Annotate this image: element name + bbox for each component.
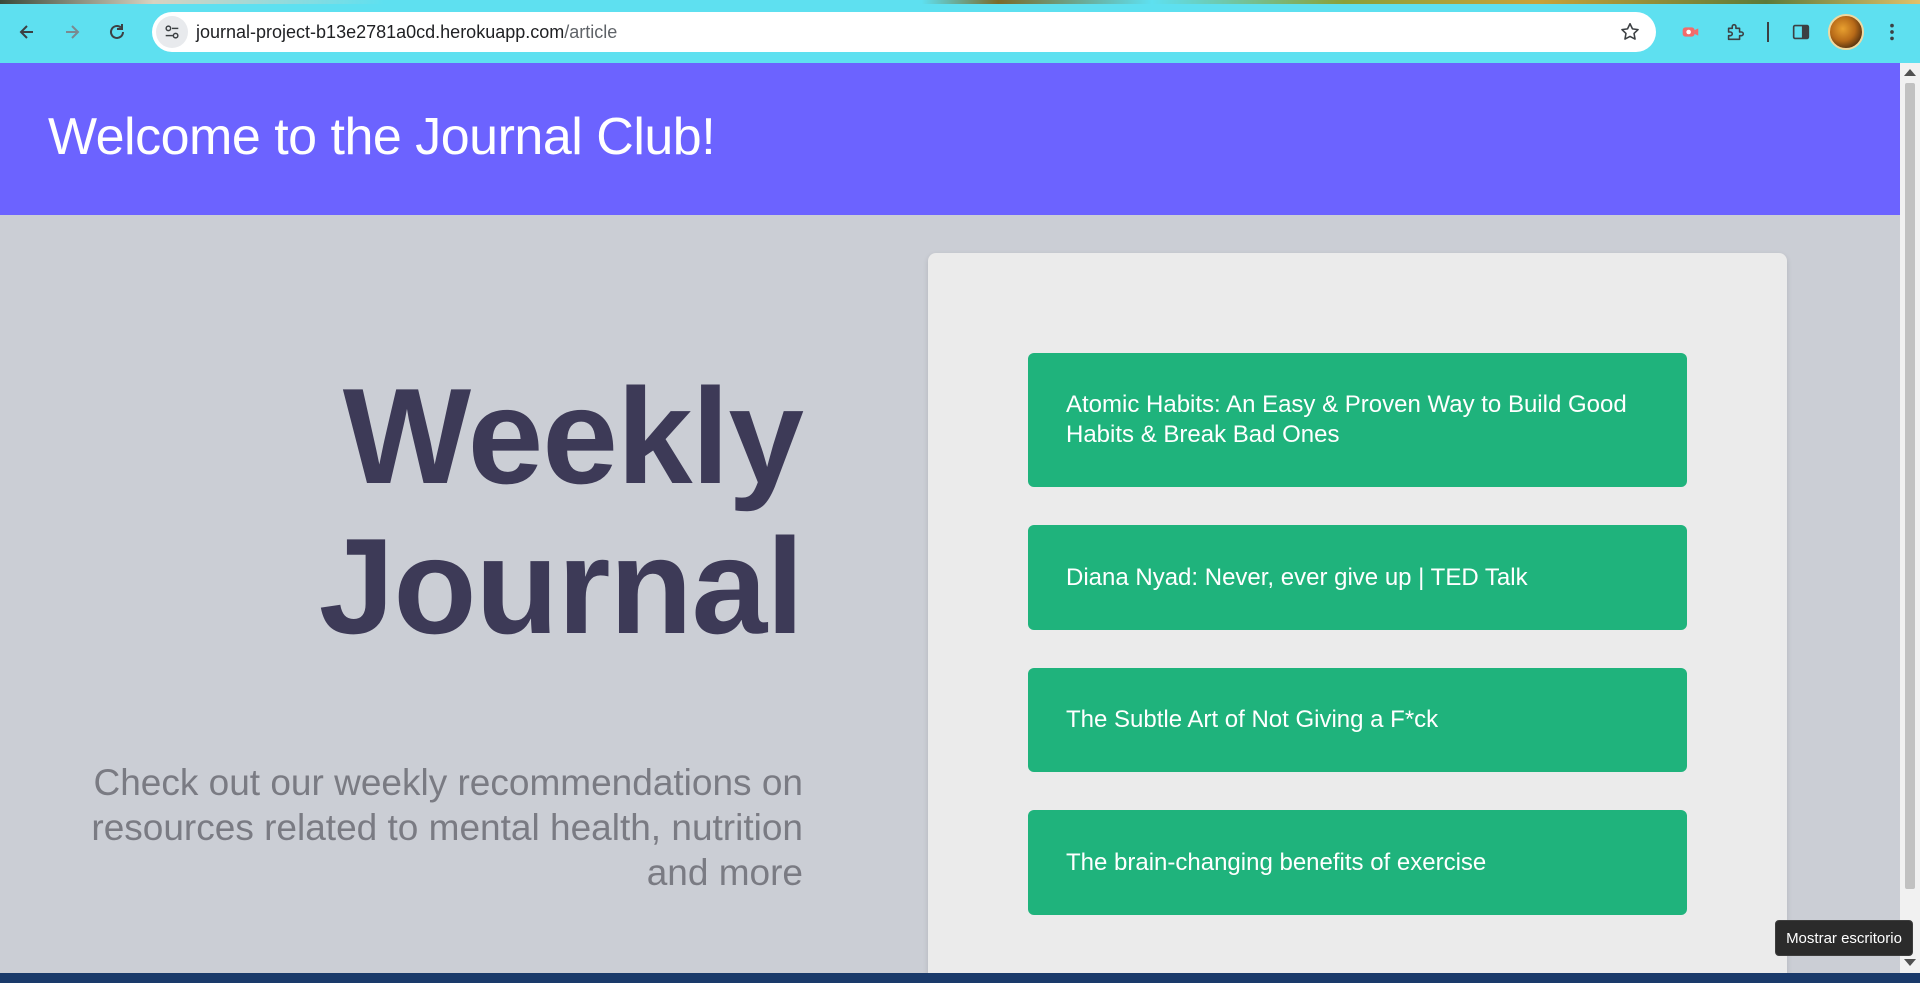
- site-header: Welcome to the Journal Club!: [0, 63, 1900, 215]
- profile-avatar[interactable]: [1828, 14, 1864, 50]
- article-link-diana-nyad[interactable]: Diana Nyad: Never, ever give up | TED Ta…: [1028, 525, 1687, 630]
- side-panel-button[interactable]: [1787, 18, 1815, 46]
- article-link-label: Diana Nyad: Never, ever give up | TED Ta…: [1066, 563, 1528, 591]
- scroll-up-arrow-icon[interactable]: [1904, 69, 1916, 76]
- more-menu-button[interactable]: [1878, 18, 1906, 46]
- os-taskbar: [0, 973, 1920, 983]
- page-title-line2: Journal: [318, 510, 804, 662]
- toolbar-divider: [1767, 22, 1769, 42]
- article-link-exercise[interactable]: The brain-changing benefits of exercise: [1028, 810, 1687, 915]
- address-bar[interactable]: journal-project-b13e2781a0cd.herokuapp.c…: [152, 12, 1656, 52]
- browser-toolbar: journal-project-b13e2781a0cd.herokuapp.c…: [0, 0, 1920, 63]
- article-link-label: The Subtle Art of Not Giving a F*ck: [1066, 706, 1439, 733]
- page-title-line1: Weekly: [342, 360, 804, 512]
- articles-card: Atomic Habits: An Easy & Proven Way to B…: [928, 253, 1787, 973]
- back-arrow-icon: [19, 25, 33, 39]
- bookmark-button[interactable]: [1618, 20, 1642, 44]
- page-title: Weekly Journal: [318, 360, 804, 662]
- header-title: Welcome to the Journal Club!: [48, 108, 716, 166]
- side-panel-icon: [1792, 24, 1810, 40]
- forward-button[interactable]: [55, 15, 89, 49]
- page-subtitle: Check out our weekly recommendations on …: [91, 762, 803, 893]
- scroll-down-arrow-icon[interactable]: [1904, 959, 1916, 966]
- url-path: /article: [564, 22, 618, 42]
- more-menu-icon: [1890, 23, 1894, 41]
- extension-record-icon: [1682, 27, 1699, 37]
- article-link-label: Atomic Habits: An Easy & Proven Way to B…: [1066, 391, 1627, 448]
- extension-record-button[interactable]: [1676, 18, 1704, 46]
- article-link-subtle-art[interactable]: The Subtle Art of Not Giving a F*ck: [1028, 668, 1687, 772]
- article-link-atomic-habits[interactable]: Atomic Habits: An Easy & Proven Way to B…: [1028, 353, 1687, 487]
- show-desktop-tooltip: Mostrar escritorio: [1775, 920, 1913, 956]
- reload-icon: [110, 24, 124, 39]
- article-link-label: The brain-changing benefits of exercise: [1066, 848, 1487, 876]
- extensions-puzzle-icon: [1727, 23, 1745, 41]
- url-text[interactable]: journal-project-b13e2781a0cd.herokuapp.c…: [196, 22, 617, 43]
- forward-arrow-icon: [66, 25, 80, 39]
- site-info-icon: [165, 25, 179, 39]
- url-host: journal-project-b13e2781a0cd.herokuapp.c…: [196, 22, 565, 42]
- back-button[interactable]: [10, 15, 44, 49]
- tab-strip-edge: [0, 0, 1920, 4]
- page-scrollbar[interactable]: [1900, 63, 1920, 973]
- reload-button[interactable]: [100, 15, 134, 49]
- bookmark-star-icon: [1621, 22, 1639, 40]
- scroll-thumb[interactable]: [1905, 83, 1915, 889]
- site-info-button[interactable]: [156, 16, 188, 48]
- page-viewport: Welcome to the Journal Club! Weekly Jour…: [0, 63, 1900, 973]
- extensions-button[interactable]: [1721, 18, 1749, 46]
